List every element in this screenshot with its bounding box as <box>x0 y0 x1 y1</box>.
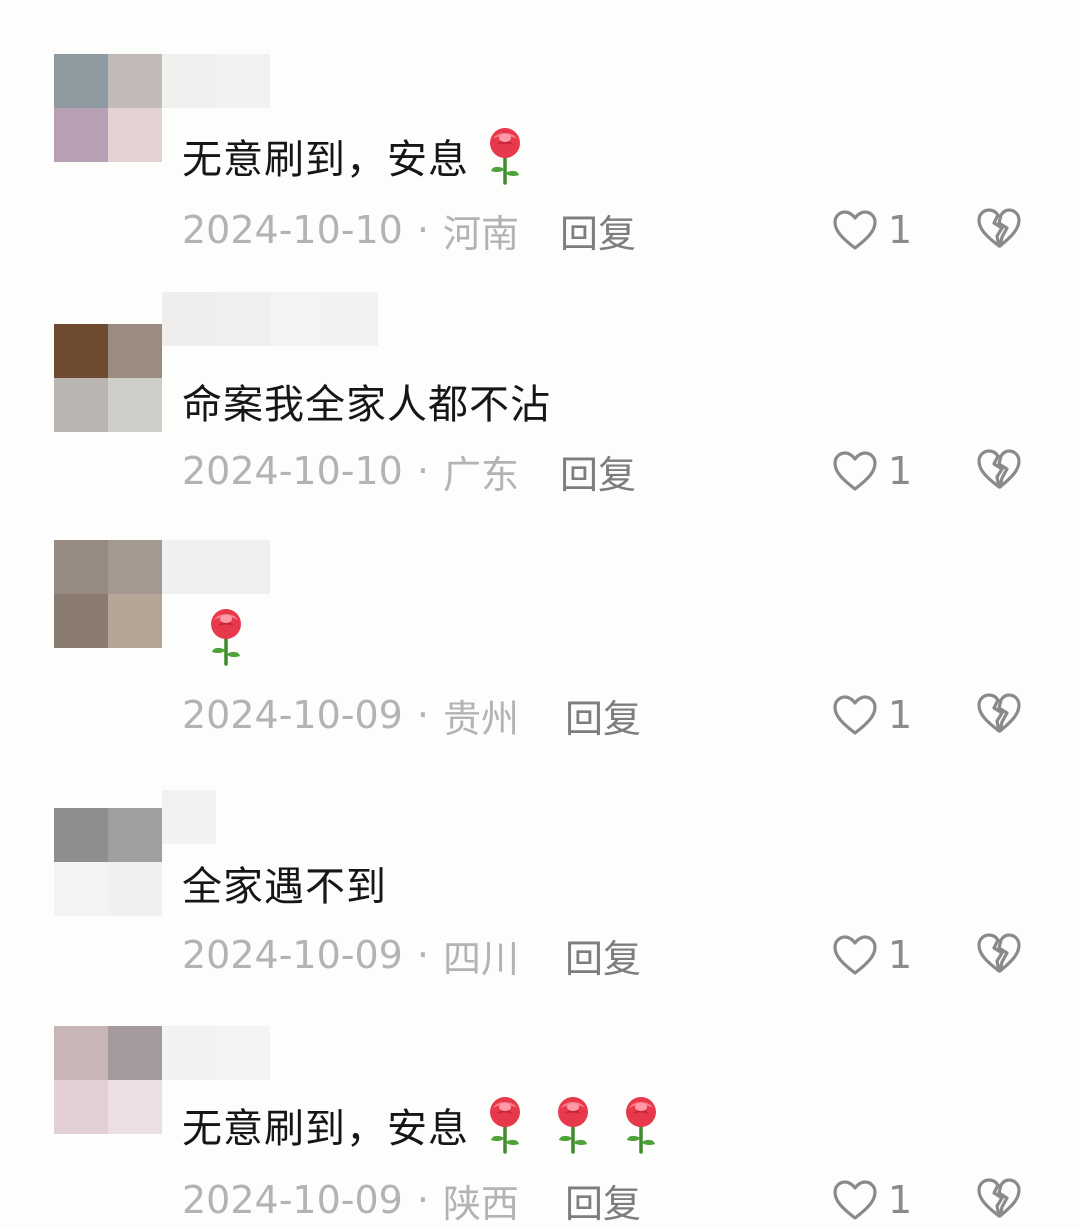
like-count: 1 <box>888 208 913 252</box>
separator-dot: · <box>416 933 429 977</box>
comment-text: 无意刷到，安息 <box>182 125 527 187</box>
comment-meta: 2024-10-09 · 贵州 回复 <box>182 690 641 741</box>
like-count: 1 <box>888 449 913 493</box>
reply-button[interactable]: 回复 <box>565 1173 641 1228</box>
rose-emoji <box>211 609 241 666</box>
username[interactable] <box>162 1026 270 1080</box>
separator-dot: · <box>416 693 429 737</box>
avatar[interactable] <box>54 324 162 432</box>
comment-date: 2024-10-10 <box>182 449 403 493</box>
comment-date: 2024-10-09 <box>182 693 403 737</box>
like-count: 1 <box>888 693 913 737</box>
rose-emoji <box>558 1097 588 1154</box>
like-button[interactable]: 1 <box>832 690 912 740</box>
comment-date: 2024-10-09 <box>182 933 403 977</box>
heart-outline-icon <box>833 451 877 491</box>
comment-meta: 2024-10-10 · 广东 回复 <box>182 446 636 497</box>
separator-dot: · <box>416 208 429 252</box>
comment-text: 全家遇不到 <box>182 864 387 910</box>
heart-outline-icon <box>833 210 877 250</box>
rose-emoji <box>469 1094 663 1156</box>
username[interactable] <box>162 292 378 346</box>
comment-location: 贵州 <box>442 696 519 741</box>
reply-button[interactable]: 回复 <box>560 444 636 499</box>
reply-button[interactable]: 回复 <box>565 688 641 743</box>
comment-text: 无意刷到，安息 <box>182 1094 663 1156</box>
comment-location: 四川 <box>442 936 519 981</box>
separator-dot: · <box>416 449 429 493</box>
rose-emoji <box>490 1097 520 1154</box>
heart-outline-icon <box>833 695 877 735</box>
heart-outline-icon <box>833 1180 877 1220</box>
like-button[interactable]: 1 <box>832 205 912 255</box>
rose-emoji <box>190 606 248 668</box>
comment-location: 广东 <box>442 452 519 497</box>
reply-button[interactable]: 回复 <box>560 203 636 258</box>
separator-dot: · <box>416 1178 429 1222</box>
like-button[interactable]: 1 <box>832 1175 912 1225</box>
avatar[interactable] <box>54 54 162 162</box>
heart-outline-icon <box>833 935 877 975</box>
avatar[interactable] <box>54 808 162 916</box>
broken-heart-icon[interactable] <box>976 1176 1022 1220</box>
comment-date: 2024-10-09 <box>182 1178 403 1222</box>
broken-heart-icon[interactable] <box>976 691 1022 735</box>
username[interactable] <box>162 54 270 108</box>
comment-text: 命案我全家人都不沾 <box>182 382 551 428</box>
broken-heart-icon[interactable] <box>976 447 1022 491</box>
comment-meta: 2024-10-10 · 河南 回复 <box>182 205 636 256</box>
comment-meta: 2024-10-09 · 陕西 回复 <box>182 1175 641 1226</box>
broken-heart-icon[interactable] <box>976 206 1022 250</box>
comment-location: 河南 <box>442 211 519 256</box>
comment-location: 陕西 <box>442 1181 519 1226</box>
like-count: 1 <box>888 1178 913 1222</box>
reply-button[interactable]: 回复 <box>565 928 641 983</box>
like-button[interactable]: 1 <box>832 446 912 496</box>
avatar[interactable] <box>54 1026 162 1134</box>
comment-meta: 2024-10-09 · 四川 回复 <box>182 930 641 981</box>
rose-emoji <box>490 128 520 185</box>
broken-heart-icon[interactable] <box>976 931 1022 975</box>
rose-emoji <box>469 125 527 187</box>
comment-text <box>190 606 248 668</box>
like-button[interactable]: 1 <box>832 930 912 980</box>
comment-date: 2024-10-10 <box>182 208 403 252</box>
username[interactable] <box>162 790 216 844</box>
avatar[interactable] <box>54 540 162 648</box>
username[interactable] <box>162 540 270 594</box>
like-count: 1 <box>888 933 913 977</box>
rose-emoji <box>626 1097 656 1154</box>
